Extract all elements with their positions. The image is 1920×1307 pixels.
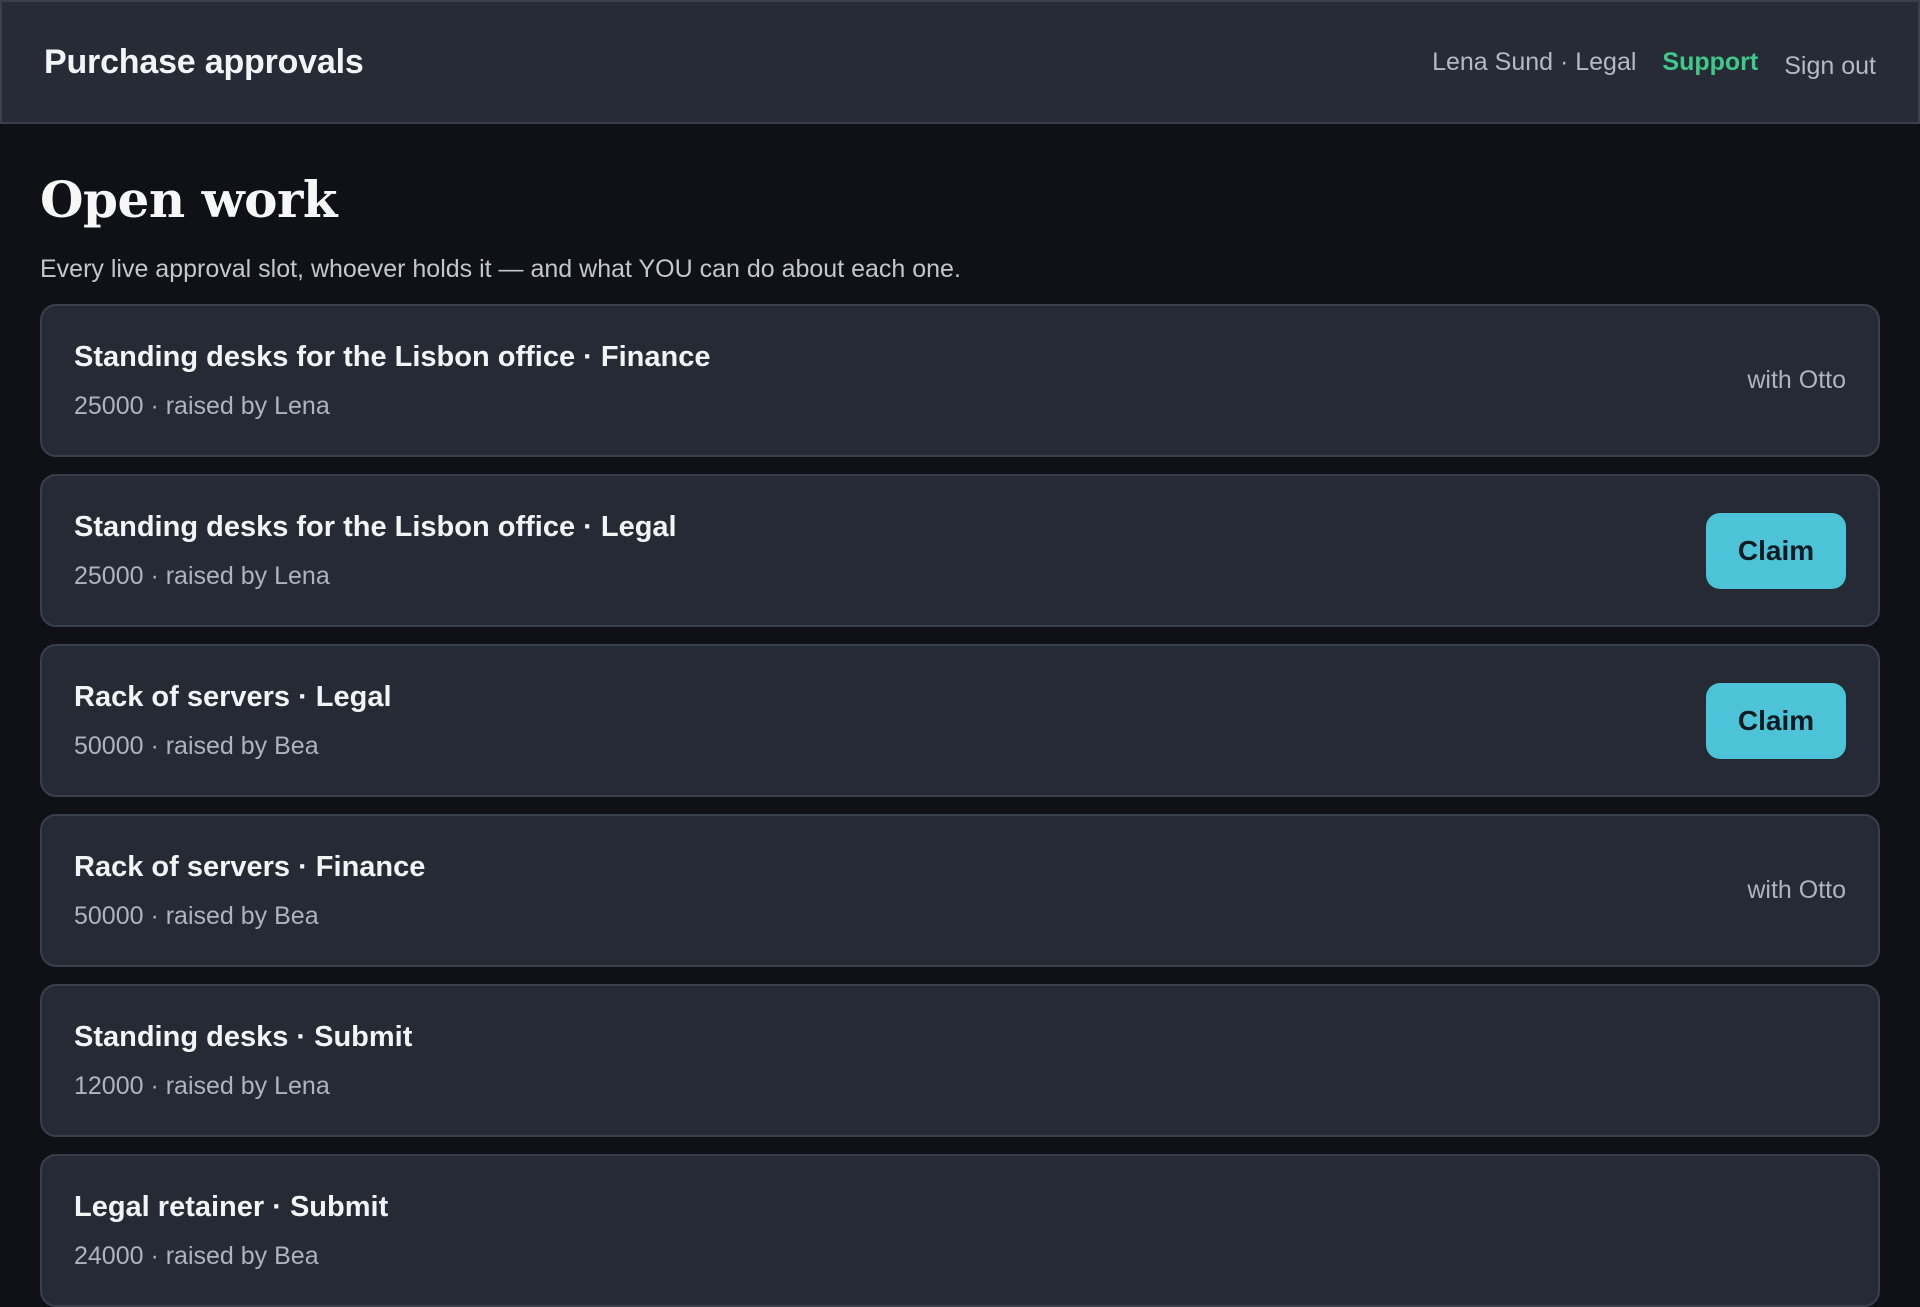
approval-card: Rack of servers · Legal 50000 · raised b… [40, 644, 1880, 797]
current-user: Lena Sund · Legal [1432, 47, 1637, 76]
holder-status: with Otto [1747, 366, 1846, 394]
approval-title: Rack of servers · Legal [74, 680, 392, 713]
approval-title: Standing desks for the Lisbon office · F… [74, 340, 711, 373]
approval-title: Standing desks for the Lisbon office · L… [74, 510, 677, 543]
claim-button[interactable]: Claim [1706, 512, 1846, 589]
app-title: Purchase approvals [44, 42, 364, 81]
claim-button[interactable]: Claim [1706, 682, 1846, 759]
approval-card: Standing desks for the Lisbon office · F… [40, 304, 1880, 457]
approval-card: Standing desks · Submit 12000 · raised b… [40, 984, 1880, 1137]
approval-title: Legal retainer · Submit [74, 1190, 389, 1223]
approval-title: Rack of servers · Finance [74, 850, 426, 883]
top-nav: Lena Sund · Legal Support Sign out [1432, 44, 1876, 81]
approval-meta: 24000 · raised by Bea [74, 1241, 319, 1270]
approval-list: Standing desks for the Lisbon office · F… [40, 304, 1880, 1307]
approval-meta: 50000 · raised by Bea [74, 731, 319, 760]
page-title: Open work [40, 170, 337, 229]
approval-card: Legal retainer · Submit 24000 · raised b… [40, 1154, 1880, 1307]
approval-meta: 12000 · raised by Lena [74, 1071, 330, 1100]
approval-title: Standing desks · Submit [74, 1020, 413, 1053]
main-content: Open work Every live approval slot, whoe… [40, 124, 1880, 1307]
sign-out-button[interactable]: Sign out [1784, 44, 1876, 81]
holder-status: with Otto [1747, 876, 1846, 904]
support-link[interactable]: Support [1662, 48, 1758, 77]
approval-card: Rack of servers · Finance 50000 · raised… [40, 814, 1880, 967]
top-bar: Purchase approvals Lena Sund · Legal Sup… [0, 0, 1920, 124]
approval-meta: 25000 · raised by Lena [74, 561, 330, 590]
approval-meta: 25000 · raised by Lena [74, 391, 330, 420]
approval-meta: 50000 · raised by Bea [74, 901, 319, 930]
approval-card: Standing desks for the Lisbon office · L… [40, 474, 1880, 627]
page-subtitle: Every live approval slot, whoever holds … [40, 255, 961, 283]
